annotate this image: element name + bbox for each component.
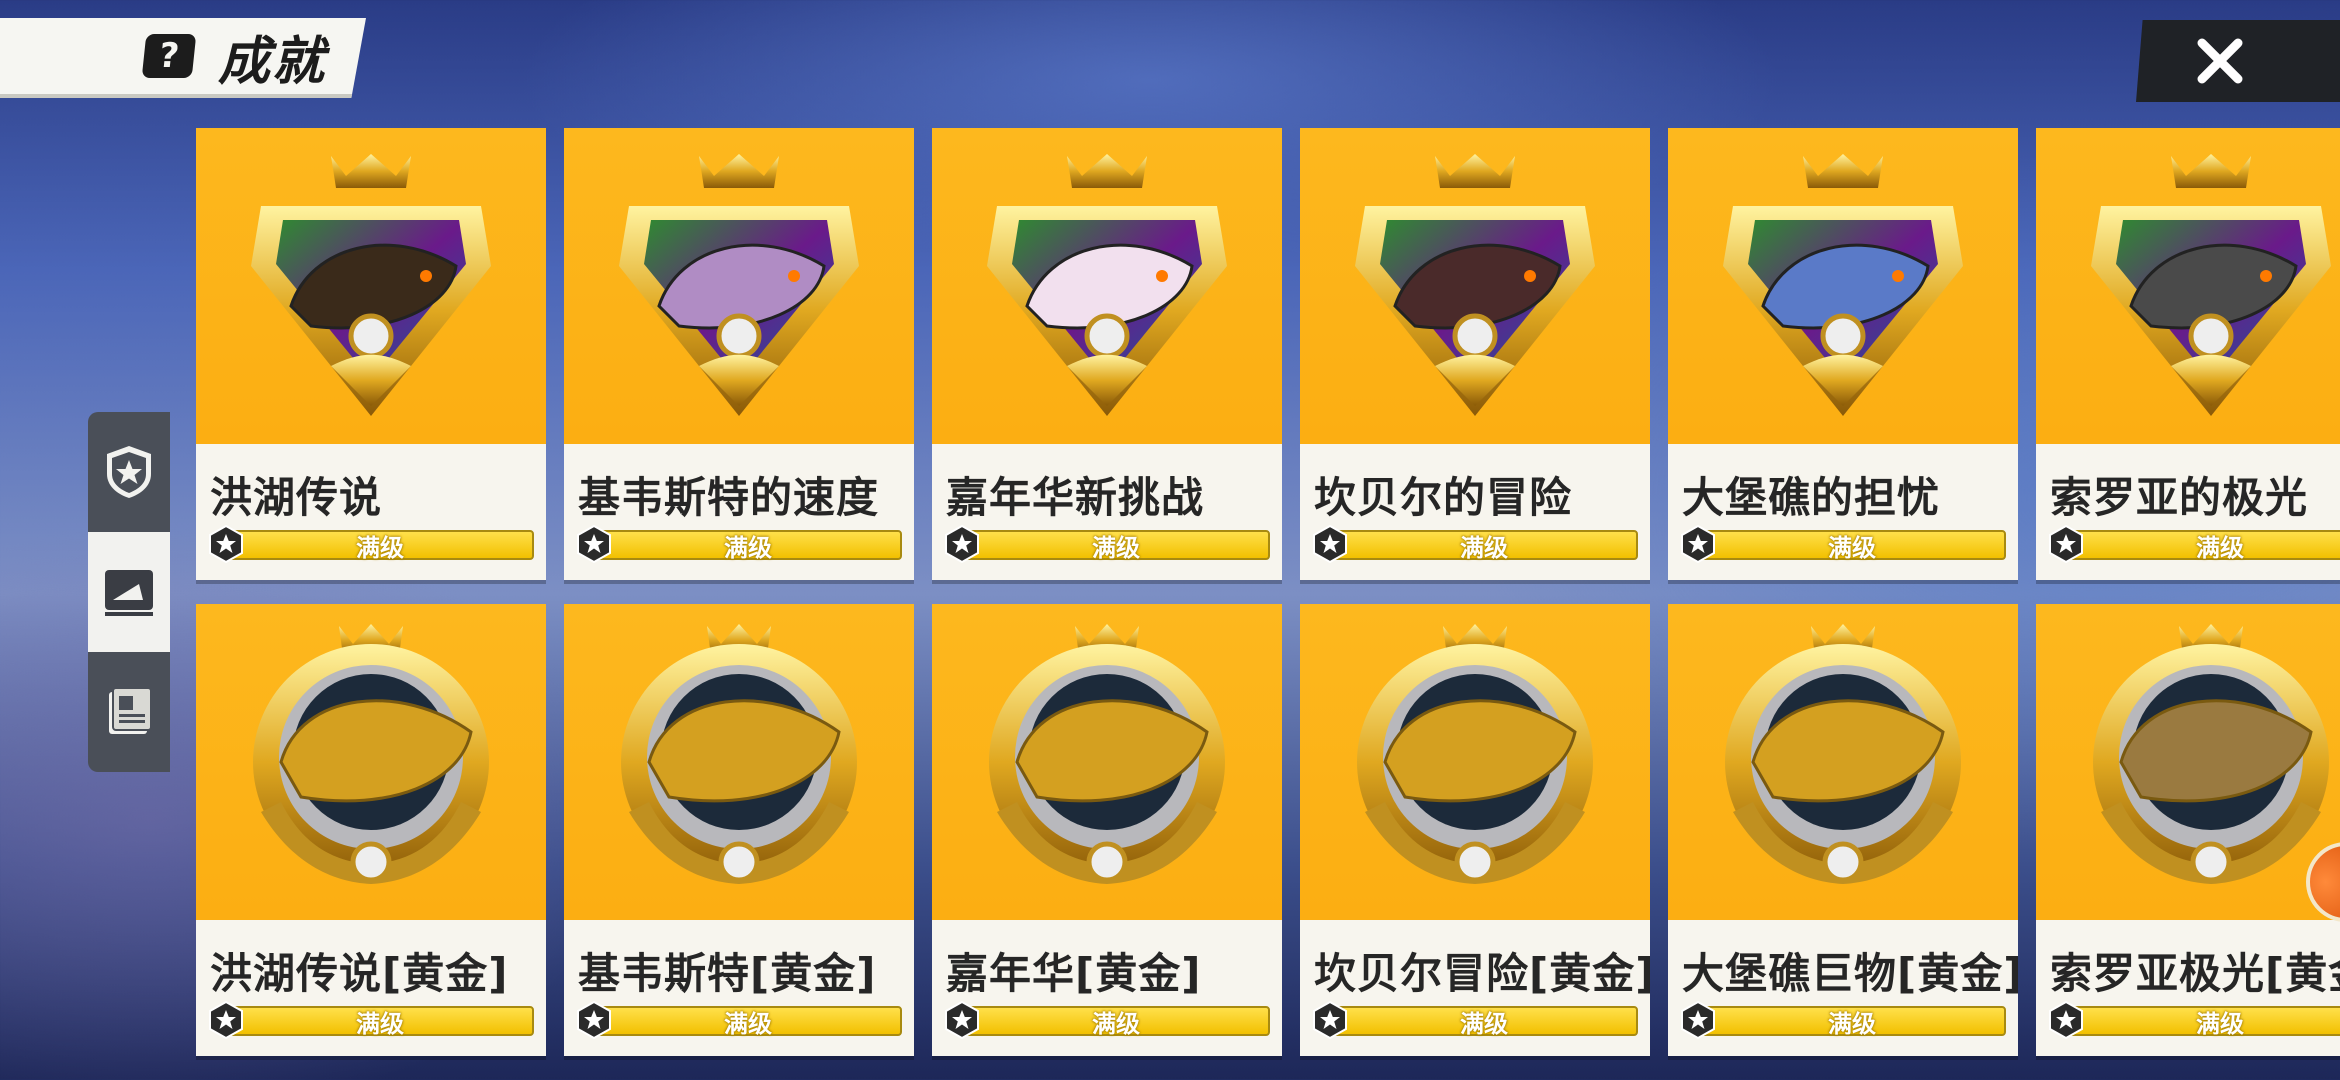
side-nav-book[interactable] [88,652,170,772]
side-nav-shark[interactable] [88,532,170,652]
achievement-card[interactable]: 索罗亚的极光 满级 [2036,128,2340,580]
level-row: 满级 [942,1000,1272,1040]
level-row: 满级 [2046,524,2340,564]
side-nav-medal[interactable] [88,412,170,532]
close-button[interactable] [2136,20,2340,102]
level-row: 满级 [2046,1000,2340,1040]
achievement-art [564,128,914,444]
achievement-art [1668,128,2018,444]
level-star-badge-icon [1681,524,1715,564]
level-bar: 满级 [594,1006,902,1038]
crown-shield-badge-icon [987,154,1227,416]
level-row: 满级 [206,1000,536,1040]
book-stack-icon [109,687,152,734]
achievement-name: 洪湖传说[黄金] [210,949,509,998]
achievement-name: 基韦斯特的速度 [578,473,880,522]
achievement-card[interactable]: 洪湖传说 满级 [196,128,546,580]
achievement-card[interactable]: 大堡礁巨物[黄金] 满级 [1668,604,2018,1056]
close-x-icon [2197,38,2243,84]
level-star-badge-icon [945,1000,979,1040]
achievement-card[interactable]: 坎贝尔冒险[黄金] 满级 [1300,604,1650,1056]
crown-shield-badge-icon [1355,154,1595,416]
page-title: 成就 [217,31,326,92]
achievement-name: 大堡礁的担忧 [1682,473,1941,522]
level-row: 满级 [574,524,904,564]
medal-star-icon [107,446,151,498]
title-tab: ? 成就 [0,18,366,98]
level-bar: 满级 [2066,1006,2340,1038]
achievement-card[interactable]: 基韦斯特[黄金] 满级 [564,604,914,1056]
achievement-art [1300,604,1650,920]
shark-card-icon [105,570,153,616]
level-star-badge-icon [1313,1000,1347,1040]
achievement-art [2036,604,2340,920]
level-row: 满级 [1310,524,1640,564]
achievement-name: 嘉年华新挑战 [946,473,1205,522]
level-row: 满级 [574,1000,904,1040]
achievement-name: 基韦斯特[黄金] [578,949,877,998]
achievement-art [196,604,546,920]
achievement-card[interactable]: 嘉年华新挑战 满级 [932,128,1282,580]
level-bar: 满级 [1698,1006,2006,1038]
gold-wreath-badge-icon [253,624,489,884]
achievement-name: 洪湖传说 [210,473,383,522]
achievement-card[interactable]: 索罗亚极光[黄金] 满级 [2036,604,2340,1056]
level-bar: 满级 [1330,530,1638,562]
crown-shield-badge-icon [2091,154,2331,416]
achievement-card[interactable]: 嘉年华[黄金] 满级 [932,604,1282,1056]
level-bar: 满级 [226,530,534,562]
level-star-badge-icon [577,1000,611,1040]
gold-wreath-badge-icon [1725,624,1961,884]
level-row: 满级 [942,524,1272,564]
level-star-badge-icon [1681,1000,1715,1040]
level-bar: 满级 [962,1006,1270,1038]
crown-shield-badge-icon [619,154,859,416]
achievement-art [1300,128,1650,444]
level-bar: 满级 [226,1006,534,1038]
level-star-badge-icon [1313,524,1347,564]
achievement-art [2036,128,2340,444]
achievement-card[interactable]: 基韦斯特的速度 满级 [564,128,914,580]
crown-shield-badge-icon [1723,154,1963,416]
achievement-grid: 洪湖传说 满级 基韦斯特的速度 满级 嘉年华新挑战 满级 坎贝尔的冒险 满级 大… [196,128,2340,1056]
level-bar: 满级 [2066,530,2340,562]
level-star-badge-icon [945,524,979,564]
level-star-badge-icon [209,1000,243,1040]
side-nav [88,412,170,772]
level-star-badge-icon [2049,1000,2083,1040]
achievement-art [564,604,914,920]
achievement-art [196,128,546,444]
achievement-card[interactable]: 大堡礁的担忧 满级 [1668,128,2018,580]
level-bar: 满级 [1330,1006,1638,1038]
question-mark-icon[interactable]: ? [141,34,197,78]
achievement-name: 索罗亚的极光 [2050,473,2309,522]
achievement-art [932,604,1282,920]
crown-shield-badge-icon [251,154,491,416]
achievement-card[interactable]: 坎贝尔的冒险 满级 [1300,128,1650,580]
level-bar: 满级 [962,530,1270,562]
gold-wreath-badge-icon [621,624,857,884]
level-row: 满级 [1678,524,2008,564]
achievement-name: 坎贝尔的冒险 [1314,473,1573,522]
level-bar: 满级 [1698,530,2006,562]
level-star-badge-icon [577,524,611,564]
achievement-art [1668,604,2018,920]
gold-wreath-badge-icon [1357,624,1593,884]
level-row: 满级 [1678,1000,2008,1040]
level-bar: 满级 [594,530,902,562]
level-star-badge-icon [2049,524,2083,564]
achievement-name: 大堡礁巨物[黄金] [1682,949,2018,998]
achievement-name: 嘉年华[黄金] [946,949,1202,998]
achievement-name: 坎贝尔冒险[黄金] [1314,949,1650,998]
level-row: 满级 [1310,1000,1640,1040]
level-star-badge-icon [209,524,243,564]
gold-wreath-badge-icon [989,624,1225,884]
level-row: 满级 [206,524,536,564]
achievement-name: 索罗亚极光[黄金] [2050,949,2340,998]
gold-wreath-badge-icon [2093,624,2329,884]
achievement-card[interactable]: 洪湖传说[黄金] 满级 [196,604,546,1056]
achievement-art [932,128,1282,444]
